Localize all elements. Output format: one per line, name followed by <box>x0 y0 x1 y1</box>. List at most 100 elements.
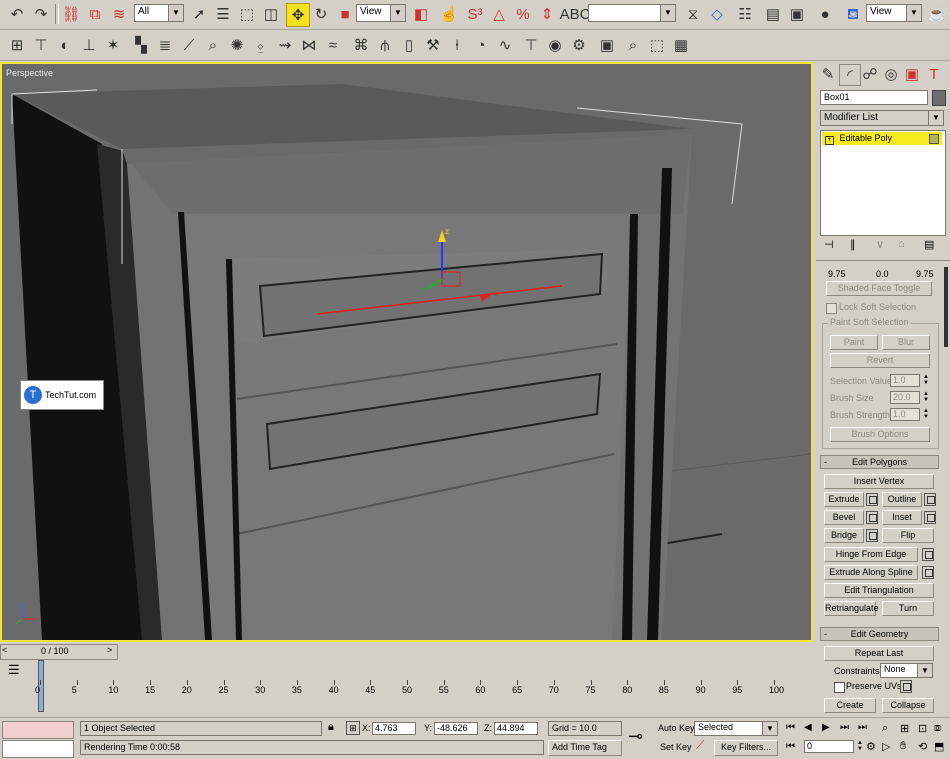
panel-scrollbar[interactable] <box>944 267 948 347</box>
hinge-from-edge-button[interactable]: Hinge From Edge <box>824 547 918 562</box>
object-name-field[interactable]: Box01 <box>820 90 928 105</box>
play-icon[interactable]: ▶︎ <box>822 722 830 733</box>
set-key-curve-icon[interactable]: ⟋ <box>696 738 704 753</box>
insert-vertex-button[interactable]: Insert Vertex <box>824 474 934 489</box>
select-and-rotate-icon[interactable]: ↻ <box>310 3 332 25</box>
time-slider[interactable]: < 0 / 100 > <box>0 644 118 660</box>
mirror-icon[interactable]: ⧖ <box>682 3 704 25</box>
modeling-tool-16-icon[interactable]: ⫛ <box>374 34 396 56</box>
modeling-tool-1-icon[interactable]: ⊞ <box>6 34 28 56</box>
modeling-tool-20-icon[interactable]: ◔ <box>470 34 492 56</box>
brush-options-button[interactable]: Brush Options <box>830 427 930 442</box>
constraints-dropdown[interactable]: None ▼ <box>880 663 933 678</box>
outline-button[interactable]: Outline <box>882 492 922 507</box>
stack-item-editable-poly[interactable]: + Editable Poly <box>822 132 942 145</box>
modeling-tool-21-icon[interactable]: ∿ <box>494 34 516 56</box>
align-icon[interactable]: ◇ <box>706 3 728 25</box>
current-frame-arrows[interactable]: ▲ ▼ <box>856 740 864 753</box>
redo-icon[interactable]: ↷ <box>30 3 52 25</box>
edit-triangulation-button[interactable]: Edit Triangulation <box>824 583 934 598</box>
motion-tab-icon[interactable]: ◎ <box>881 64 901 84</box>
reference-coordinate-dropdown[interactable]: View ▼ <box>356 4 406 22</box>
edit-named-selection-icon[interactable]: ABC <box>560 3 591 25</box>
bind-to-space-warp-icon[interactable]: ≋ <box>108 3 130 25</box>
collapse-button[interactable]: Collapse <box>882 698 934 713</box>
paint-button[interactable]: Paint <box>830 335 878 350</box>
absolute-mode-icon[interactable]: ⊞ <box>346 721 360 735</box>
set-key-label[interactable]: Set Key <box>660 742 692 752</box>
edit-polygons-rollout[interactable]: - Edit Polygons <box>820 455 939 469</box>
zoom-extents-all-icon[interactable]: ⧈ <box>934 722 941 735</box>
blur-button[interactable]: Blur <box>882 335 930 350</box>
modeling-tool-8-icon[interactable]: ⟋ <box>178 34 200 56</box>
modeling-tool-12-icon[interactable]: ⇝ <box>274 34 296 56</box>
key-filters-button[interactable]: Key Filters... <box>714 740 778 756</box>
modeling-tool-17-icon[interactable]: ▯ <box>398 34 420 56</box>
percent-snap-icon[interactable]: % <box>512 3 534 25</box>
go-to-end-icon[interactable]: ⏭ <box>858 722 867 733</box>
select-and-move-icon[interactable]: ✥ <box>286 3 310 27</box>
spinner-snap-icon[interactable]: ⇕ <box>536 3 558 25</box>
modeling-tool-19-icon[interactable]: ⍿ <box>446 34 468 56</box>
schematic-view-icon[interactable]: ▣ <box>786 3 808 25</box>
select-by-name-icon[interactable]: ☰ <box>212 3 234 25</box>
inset-settings-icon[interactable] <box>924 511 936 524</box>
edit-geometry-rollout[interactable]: - Edit Geometry <box>820 627 939 641</box>
turn-button[interactable]: Turn <box>882 601 934 616</box>
maxscript-listener-pink[interactable] <box>2 721 74 739</box>
z-coordinate-field[interactable]: 44.894 <box>494 722 538 735</box>
modeling-tool-25-icon[interactable]: ▣ <box>596 34 618 56</box>
track-bar[interactable]: 0 5 10 15 20 25 30 35 40 45 50 55 60 65 70 75 80 85 90 95 10… <box>34 660 814 712</box>
extrude-button[interactable]: Extrude <box>824 492 864 507</box>
modifier-stack[interactable]: + Editable Poly <box>820 130 946 236</box>
modeling-tool-5-icon[interactable]: ✶ <box>102 34 124 56</box>
hierarchy-tab-icon[interactable]: ☍ <box>860 64 880 84</box>
object-color-swatch[interactable] <box>932 90 946 106</box>
zoom-icon[interactable]: ⌕ <box>882 722 888 735</box>
brush-size-spinner[interactable]: 20.0 <box>890 391 920 404</box>
revert-button[interactable]: Revert <box>830 353 930 368</box>
modeling-tool-10-icon[interactable]: ✺ <box>226 34 248 56</box>
next-frame-icon[interactable]: ⏭ <box>840 722 849 733</box>
modeling-tool-23-icon[interactable]: ◉ <box>544 34 566 56</box>
perspective-viewport[interactable]: Perspective z x y T TechTut.com <box>0 62 813 642</box>
y-coordinate-field[interactable]: -48.626 <box>434 722 478 735</box>
modeling-tool-9-icon[interactable]: ⌕ <box>202 34 224 56</box>
mini-curve-editor-icon[interactable]: ☰ <box>8 662 20 678</box>
display-tab-icon[interactable]: ▣ <box>902 64 922 84</box>
add-time-tag-button[interactable]: Add Time Tag <box>548 740 622 756</box>
x-coordinate-field[interactable]: 4.763 <box>372 722 416 735</box>
extrude-spline-settings-icon[interactable] <box>922 566 934 579</box>
extrude-settings-icon[interactable] <box>866 493 878 506</box>
go-to-start-icon[interactable]: ⏮ <box>786 722 795 733</box>
render-type-dropdown[interactable]: View ▼ <box>866 4 922 22</box>
field-of-view-icon[interactable]: ▷ <box>882 740 890 753</box>
arc-rotate-icon[interactable]: ⟲ <box>918 740 927 753</box>
flip-button[interactable]: Flip <box>882 528 934 543</box>
key-icon[interactable]: ⊸ <box>628 726 643 747</box>
preserve-uvs-checkbox[interactable] <box>834 682 845 693</box>
rollout-scroll-area[interactable]: 9.75 0.0 9.75 Shaded Face Toggle Lock So… <box>816 260 950 718</box>
modeling-tool-24-icon[interactable]: ⚙ <box>568 34 590 56</box>
modeling-tool-28-icon[interactable]: ▦ <box>670 34 692 56</box>
modify-tab-icon[interactable]: ◜ <box>839 64 861 86</box>
bridge-settings-icon[interactable] <box>866 529 878 542</box>
hinge-settings-icon[interactable] <box>922 548 934 561</box>
outline-settings-icon[interactable] <box>924 493 936 506</box>
bevel-settings-icon[interactable] <box>866 511 878 524</box>
modeling-tool-2-icon[interactable]: ⊤ <box>30 34 52 56</box>
select-manipulate-icon[interactable]: ☝ <box>438 3 460 25</box>
modeling-tool-15-icon[interactable]: ⌘ <box>350 34 372 56</box>
prev-frame-icon[interactable]: < <box>2 645 7 655</box>
brush-strength-arrows[interactable]: ▲ ▼ <box>922 408 930 421</box>
pivot-center-icon[interactable]: ◧ <box>410 3 432 25</box>
modifier-list-dropdown[interactable]: Modifier List ▼ <box>820 110 944 126</box>
lock-soft-selection-checkbox[interactable] <box>826 303 837 314</box>
brush-strength-spinner[interactable]: 1.0 <box>890 408 920 421</box>
bridge-button[interactable]: Bridge <box>824 528 864 543</box>
selection-lock-icon[interactable]: 🔒︎ <box>328 721 334 734</box>
show-end-result-icon[interactable]: ∥ <box>850 238 856 251</box>
make-unique-icon[interactable]: ∨ <box>876 238 884 251</box>
bevel-button[interactable]: Bevel <box>824 510 864 525</box>
pin-stack-icon[interactable]: ⊣ <box>824 238 834 251</box>
